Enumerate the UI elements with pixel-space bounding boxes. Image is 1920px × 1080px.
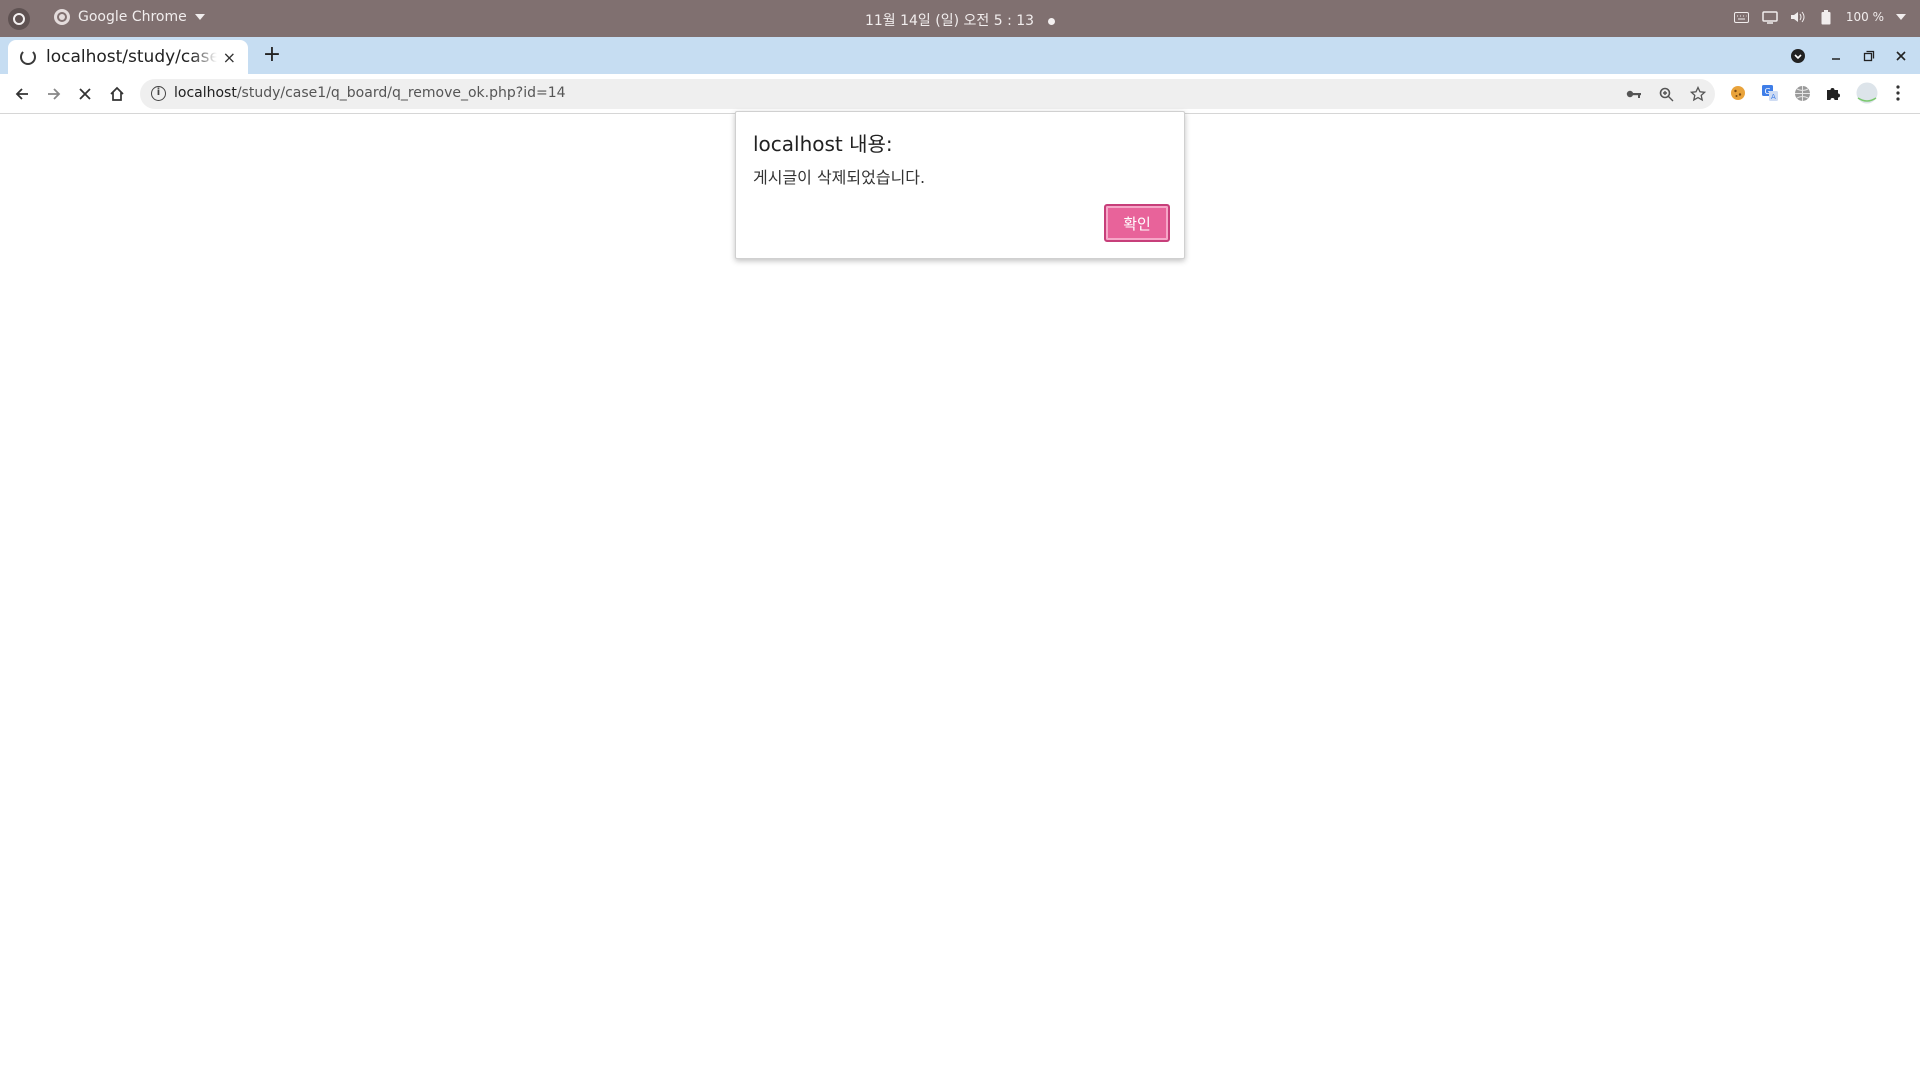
clock[interactable]: 11월 14일 (일) 오전 5 : 13 xyxy=(0,10,1920,30)
ok-button[interactable]: 확인 xyxy=(1104,204,1170,242)
profile-avatar-icon[interactable] xyxy=(1855,81,1879,105)
globe-icon[interactable] xyxy=(1792,83,1812,103)
stop-button[interactable] xyxy=(73,82,97,106)
address-bar[interactable]: i localhost/study/case1/q_board/q_remove… xyxy=(140,79,1715,109)
key-icon[interactable] xyxy=(1625,85,1643,103)
tab-close-button[interactable]: × xyxy=(223,48,236,67)
bookmark-star-icon[interactable] xyxy=(1689,85,1707,103)
alert-dialog: localhost 내용: 게시글이 삭제되었습니다. 확인 xyxy=(735,111,1185,259)
dialog-message: 게시글이 삭제되었습니다. xyxy=(753,168,926,187)
screen-icon[interactable] xyxy=(1762,9,1778,25)
kebab-menu-icon[interactable] xyxy=(1888,83,1908,103)
system-top-bar: Google Chrome 11월 14일 (일) 오전 5 : 13 100 … xyxy=(0,0,1920,37)
tab-active[interactable]: localhost/study/case1/q_board/q_remove_o… xyxy=(8,40,248,74)
battery-icon[interactable] xyxy=(1818,9,1834,25)
tab-strip: localhost/study/case1/q_board/q_remove_o… xyxy=(0,37,1920,74)
arrow-left-icon xyxy=(15,88,28,100)
arrow-right-icon xyxy=(48,88,61,100)
clock-text: 11월 14일 (일) 오전 5 : 13 xyxy=(864,13,1035,29)
home-button[interactable] xyxy=(105,82,129,106)
zoom-icon[interactable] xyxy=(1657,85,1675,103)
loading-spinner-icon xyxy=(20,49,36,65)
tab-title: localhost/study/case1/q_board/q_remove_o… xyxy=(46,47,217,67)
back-button[interactable] xyxy=(10,82,34,106)
translate-icon[interactable]: GA xyxy=(1760,83,1780,103)
url-host: localhost xyxy=(174,85,237,101)
home-icon xyxy=(110,86,124,101)
minimize-button[interactable] xyxy=(1824,44,1848,68)
restore-button[interactable] xyxy=(1857,44,1881,68)
close-window-button[interactable] xyxy=(1889,44,1913,68)
puzzle-icon[interactable] xyxy=(1823,83,1843,103)
tab-search-button[interactable] xyxy=(1786,44,1810,68)
stop-icon xyxy=(79,88,91,100)
volume-icon[interactable] xyxy=(1790,9,1806,25)
system-tray[interactable]: 100 % xyxy=(1734,9,1906,25)
url-path: /study/case1/q_board/q_remove_ok.php?id=… xyxy=(236,85,566,101)
cookie-icon[interactable] xyxy=(1728,83,1748,103)
chevron-down-icon[interactable] xyxy=(1896,14,1906,20)
url-text[interactable]: localhost/study/case1/q_board/q_remove_o… xyxy=(174,85,566,101)
battery-percent: 100 % xyxy=(1845,10,1884,24)
svg-text:A: A xyxy=(1771,93,1776,101)
forward-button[interactable] xyxy=(42,82,66,106)
new-tab-button[interactable]: + xyxy=(260,44,284,68)
keyboard-icon[interactable] xyxy=(1734,9,1750,25)
browser-toolbar: i localhost/study/case1/q_board/q_remove… xyxy=(0,74,1920,114)
notification-dot-icon xyxy=(1048,17,1056,25)
site-info-icon[interactable]: i xyxy=(151,86,166,101)
dialog-title: localhost 내용: xyxy=(753,132,893,156)
